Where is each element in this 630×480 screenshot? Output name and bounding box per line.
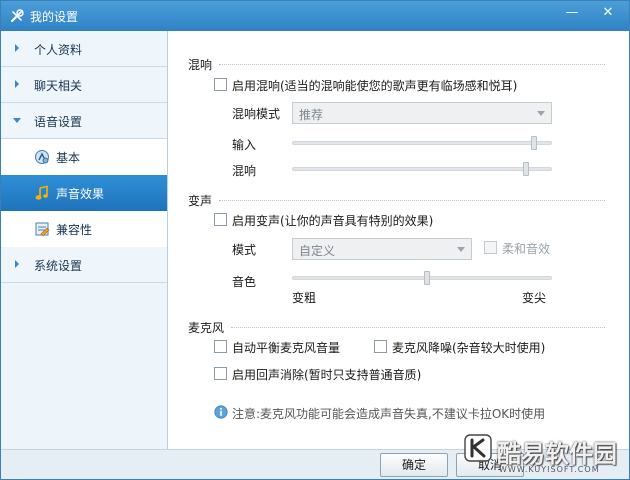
music-note-icon bbox=[35, 185, 48, 200]
enable-reverb-checkbox[interactable] bbox=[214, 78, 227, 91]
window-title: 我的设置 bbox=[30, 10, 79, 24]
sidebar-item-label: 兼容性 bbox=[56, 223, 93, 237]
sidebar-item-label: 语音设置 bbox=[34, 115, 83, 129]
sidebar-subitem-basic[interactable]: 基本 bbox=[1, 139, 167, 175]
sidebar-item-label: 声音效果 bbox=[56, 187, 105, 201]
voice-mode-value: 自定义 bbox=[299, 244, 336, 258]
chevron-right-icon bbox=[15, 80, 19, 88]
ok-button[interactable]: 确定 bbox=[380, 453, 448, 477]
section-divider bbox=[231, 327, 605, 328]
sidebar-subitem-compatibility[interactable]: 兼容性 bbox=[1, 211, 167, 247]
settings-content: 混响 启用混响(适当的混响能使您的歌声更有临场感和悦耳) 混响模式 推荐 输入 … bbox=[169, 31, 629, 449]
watermark-url: WWW.KUYISOFT.COM bbox=[499, 465, 600, 474]
sidebar-item-chat[interactable]: 聊天相关 bbox=[1, 67, 167, 103]
microphone-section-title: 麦克风 bbox=[188, 321, 225, 335]
reverb-level-label: 混响 bbox=[232, 164, 257, 178]
section-divider bbox=[219, 64, 605, 65]
sidebar-item-system[interactable]: 系统设置 bbox=[1, 247, 167, 283]
voice-basic-icon bbox=[35, 150, 49, 164]
chevron-down-icon bbox=[13, 118, 21, 123]
enable-voice-change-checkbox[interactable] bbox=[214, 213, 227, 226]
soft-effect-label: 柔和音效 bbox=[502, 242, 551, 256]
microphone-notice: 注意:麦克风功能可能会造成声音失真,不建议卡拉OK时使用 bbox=[232, 407, 546, 421]
echo-cancel-checkbox[interactable] bbox=[214, 367, 227, 380]
input-level-slider[interactable] bbox=[292, 141, 552, 145]
sidebar-subitem-sound-effects[interactable]: 声音效果 bbox=[1, 175, 167, 211]
sidebar-item-label: 系统设置 bbox=[34, 259, 83, 273]
enable-reverb-label: 启用混响(适当的混响能使您的歌声更有临场感和悦耳) bbox=[232, 79, 518, 93]
voice-change-section-title: 变声 bbox=[188, 194, 213, 208]
sidebar: 个人资料 聊天相关 语音设置 基本 声音效果 兼容性 系统设置 bbox=[1, 31, 168, 449]
auto-balance-label: 自动平衡麦克风音量 bbox=[232, 341, 341, 355]
chevron-down-icon bbox=[537, 111, 545, 116]
noise-reduction-checkbox[interactable] bbox=[374, 340, 387, 353]
watermark-text: 酷易软件园 bbox=[497, 440, 617, 468]
soft-effect-checkbox[interactable] bbox=[484, 241, 497, 254]
reverb-section-title: 混响 bbox=[188, 58, 213, 72]
enable-voice-change-label: 启用变声(让你的声音具有特别的效果) bbox=[232, 214, 434, 228]
reverb-mode-select[interactable]: 推荐 bbox=[292, 102, 552, 124]
echo-cancel-label: 启用回声消除(暂时只支持普通音质) bbox=[232, 368, 422, 382]
reverb-mode-value: 推荐 bbox=[299, 108, 324, 122]
wrench-icon bbox=[10, 9, 24, 23]
compatibility-icon bbox=[35, 222, 50, 237]
sidebar-item-label: 基本 bbox=[56, 151, 81, 165]
section-divider bbox=[219, 200, 605, 201]
reverb-level-slider[interactable] bbox=[292, 167, 552, 171]
close-button[interactable]: ✕ bbox=[596, 4, 620, 24]
chevron-down-icon bbox=[457, 247, 465, 252]
title-bar[interactable]: 我的设置 — ✕ bbox=[1, 1, 629, 31]
chevron-right-icon bbox=[15, 260, 19, 268]
tone-min-label: 变粗 bbox=[292, 291, 317, 305]
voice-mode-label: 模式 bbox=[232, 243, 257, 257]
minimize-button[interactable]: — bbox=[560, 4, 584, 24]
chevron-right-icon bbox=[15, 44, 19, 52]
reverb-mode-label: 混响模式 bbox=[232, 107, 281, 121]
tone-slider-thumb[interactable] bbox=[424, 271, 431, 285]
sidebar-item-label: 聊天相关 bbox=[34, 79, 83, 93]
input-level-label: 输入 bbox=[232, 138, 257, 152]
voice-mode-select[interactable]: 自定义 bbox=[292, 238, 472, 260]
watermark-logo-icon bbox=[464, 434, 492, 462]
input-level-slider-thumb[interactable] bbox=[530, 136, 537, 150]
reverb-level-slider-thumb[interactable] bbox=[523, 162, 529, 176]
sidebar-item-voice[interactable]: 语音设置 bbox=[1, 103, 167, 139]
sidebar-item-label: 个人资料 bbox=[34, 43, 83, 57]
noise-reduction-label: 麦克风降噪(杂音较大时使用) bbox=[392, 341, 546, 355]
tone-max-label: 变尖 bbox=[522, 291, 547, 305]
watermark: 酷易软件园 WWW.KUYISOFT.COM bbox=[463, 433, 629, 479]
sidebar-item-profile[interactable]: 个人资料 bbox=[1, 31, 167, 67]
tone-label: 音色 bbox=[232, 275, 257, 289]
settings-window: 我的设置 — ✕ 个人资料 聊天相关 语音设置 基本 声音效果 兼容性 系统设置… bbox=[0, 0, 630, 480]
info-icon bbox=[214, 405, 228, 419]
auto-balance-checkbox[interactable] bbox=[214, 340, 227, 353]
tone-slider[interactable] bbox=[292, 276, 552, 280]
